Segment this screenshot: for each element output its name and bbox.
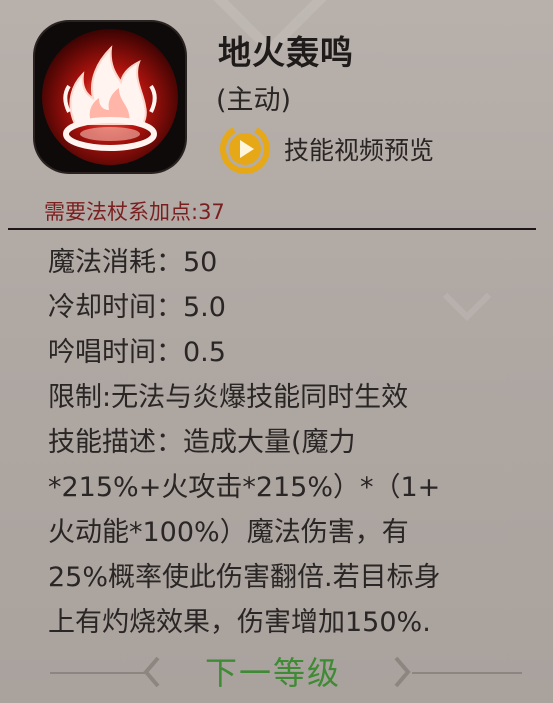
footer-line-right [412,672,522,674]
divider [8,228,536,230]
footer-line-left [50,672,148,674]
stat-cooldown: 冷却时间：5.0 [48,285,518,330]
skill-icon-frame [35,22,185,172]
stat-cast-time: 吟唱时间：0.5 [48,330,518,375]
skill-description-line: 上有灼烧效果，伤害增加150%. [48,607,431,638]
stat-mana-cost: 魔法消耗：50 [48,240,518,285]
skill-name: 地火轰鸣 [218,33,354,72]
stat-value: 0.5 [183,337,226,368]
skill-tooltip-panel: 地火轰鸣 (主动) 技能视频预览 需要法杖系加点:37 魔法消耗：50 冷却时间… [0,0,553,703]
stat-label: 魔法消耗： [48,247,183,278]
stat-label: 冷却时间： [48,292,183,323]
skill-restriction: 限制:无法与炎爆技能同时生效 [48,382,409,413]
next-level-button[interactable]: 下一等级 [205,648,341,694]
video-preview-button[interactable]: 技能视频预览 [218,122,434,176]
chevron-left-icon[interactable] [138,652,164,692]
skill-type: (主动) [216,85,292,116]
skill-description-line: 火动能*100%）魔法伤害，有 [48,517,409,548]
skill-description-line: 25%概率使此伤害翻倍.若目标身 [48,562,441,593]
skill-requirement: 需要法杖系加点:37 [44,200,225,224]
stat-label: 吟唱时间： [48,337,183,368]
skill-description-line: *215%+火攻击*215%）*（1+ [48,472,441,503]
skill-description-line: 技能描述：造成大量(魔力 [48,427,356,458]
stat-value: 5.0 [183,292,226,323]
video-preview-label: 技能视频预览 [284,136,435,165]
play-video-icon [220,124,270,174]
fire-skill-icon [42,29,178,165]
skill-stats: 魔法消耗：50 冷却时间：5.0 吟唱时间：0.5 限制:无法与炎爆技能同时生效… [48,240,518,645]
stat-value: 50 [183,247,218,278]
